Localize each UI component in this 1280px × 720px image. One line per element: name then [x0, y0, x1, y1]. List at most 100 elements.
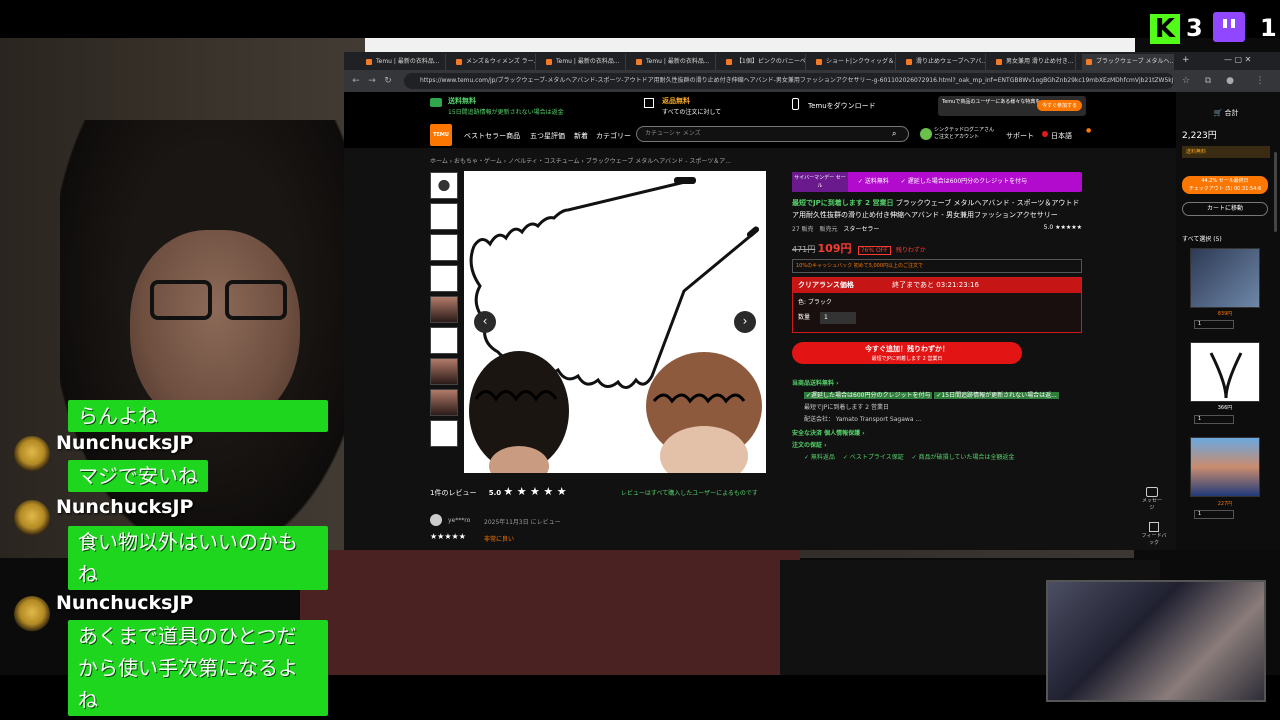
review-stars-icon: ★★★★★	[430, 532, 466, 541]
clearance-timer: 終了まであと 03:21:23:16	[892, 281, 979, 289]
cart-free-ship: 送料無料	[1182, 146, 1270, 158]
url-input[interactable]: https://www.temu.com/jp/ブラックウェーブ-メタルヘアバン…	[404, 73, 1174, 89]
app-promo-banner[interactable]: Temuで商品のユーザーにある様々な特典を 今すぐ参加する	[938, 96, 1086, 116]
chat-message: マジで安いね	[68, 460, 208, 492]
search-input[interactable]: カチューシャ メンズ	[636, 126, 909, 142]
review-count[interactable]: 1件のレビュー	[430, 489, 476, 497]
thumbnail-image[interactable]	[430, 234, 458, 261]
cart-item-qty[interactable]: 1	[1194, 320, 1234, 329]
chat-avatar	[14, 596, 50, 632]
chat-avatar	[14, 436, 50, 472]
browser-tab[interactable]: 滑り止めウェーブヘアバ...	[902, 54, 986, 70]
browser-tab[interactable]: Temu | 最新の衣料品...	[542, 54, 626, 70]
cashback-bar[interactable]: 10%のキャッシュバック 初めて5,000円以上のご注文で	[792, 259, 1082, 273]
message-button[interactable]: メッセージ	[1140, 487, 1164, 511]
cart-sidebar: 🛒 合計 2,223円 送料無料 44.2% セール最終日 チェックアウト (5…	[1176, 92, 1280, 550]
thumbnail-image[interactable]	[430, 172, 458, 199]
sidebar-scrollbar[interactable]	[1274, 152, 1277, 232]
product-rating[interactable]: 5.0 ★★★★★	[1044, 224, 1082, 231]
sale-banner: サイバーマンデー セール ✓ 送料無料 ✓ 遅延した場合は600円分のクレジット…	[792, 172, 1082, 192]
notification-icon[interactable]: ●	[1086, 127, 1091, 134]
earphones-illustration	[1209, 352, 1243, 399]
cart-item-image[interactable]	[1190, 437, 1260, 497]
support-link[interactable]: サポート	[1006, 131, 1034, 141]
thumbnail-image[interactable]	[430, 389, 458, 416]
reviewer-name: ye***ro	[448, 517, 471, 524]
guarantee-list: ✓ 無料返品 ✓ ベストプライス保証 ✓ 商品が破損していた場合は全額返金	[792, 452, 1082, 464]
kick-viewer-count: 3	[1186, 14, 1203, 42]
back-icon[interactable]: ←	[350, 75, 362, 87]
breadcrumb[interactable]: ホーム › おもちゃ・ゲーム › ノベルティ・コスチューム › ブラックウェーブ…	[430, 156, 731, 165]
thumbnail-image[interactable]	[430, 203, 458, 230]
thumbnail-image[interactable]	[430, 296, 458, 323]
nav-five-star[interactable]: 五つ星評価	[530, 131, 565, 141]
sale-last-day: 44.2% セール最終日	[1201, 178, 1249, 184]
reload-icon[interactable]: ↻	[382, 75, 394, 87]
language-select[interactable]: 日本語	[1051, 131, 1072, 141]
browser-tab-active[interactable]: ブラックウェーブ メタルヘ...	[1082, 54, 1174, 70]
product-main-image[interactable]: ‹ ›	[464, 171, 766, 473]
avatar[interactable]	[920, 128, 932, 140]
chat-message-text: マジで安いね	[78, 464, 198, 488]
menu-icon[interactable]: ⋮	[1254, 75, 1266, 87]
account-orders-link[interactable]: シンクテッドログニアさん ご注文とアカウント	[934, 127, 996, 141]
thumbnail-image[interactable]	[430, 327, 458, 354]
chat-username: NunchucksJP	[56, 496, 194, 518]
limited-badge: 残りわずか	[895, 247, 926, 254]
chat-overlay: らんよね NunchucksJP マジで安いね NunchucksJP 食い物以…	[0, 396, 340, 720]
nav-category[interactable]: カテゴリー	[596, 131, 631, 141]
safe-payment-link[interactable]: 安全な決済 個人情報保護 ›	[792, 428, 1082, 440]
checkout-timer: チェックアウト (5) 00:31:54:6	[1188, 186, 1262, 192]
quantity-stepper[interactable]: 1	[819, 312, 856, 324]
extensions-icon[interactable]: ⧉	[1202, 75, 1214, 87]
profile-icon[interactable]: ●	[1224, 75, 1236, 87]
browser-tab[interactable]: 男女兼用 滑り止め付き...	[992, 54, 1076, 70]
color-option[interactable]: 色: ブラック	[793, 293, 1081, 310]
go-to-cart-button[interactable]: カートに移動	[1182, 202, 1268, 216]
add-to-cart-button[interactable]: 今すぐ追加！残りわずか！ 最短でJPに到着します 2 営業日	[792, 342, 1022, 364]
browser-tab[interactable]: Temu | 最新の衣料品...	[632, 54, 716, 70]
thumbnail-strip	[430, 172, 458, 451]
current-price: 109円	[817, 242, 852, 255]
feedback-button[interactable]: フィードバック	[1140, 522, 1168, 546]
thumbnail-image[interactable]	[430, 420, 458, 447]
browser-tab[interactable]: ショート|ンクウィッグ＆...	[812, 54, 896, 70]
shipping-title[interactable]: 当商品送料無料 ›	[792, 378, 1082, 390]
order-guarantee-link[interactable]: 注文の保証 ›	[792, 440, 1082, 452]
forward-icon[interactable]: →	[366, 75, 378, 87]
shipping-tracking: ✓15日間追跡情報が更新されない場合は返...	[934, 392, 1059, 399]
chat-message-text: あくまで道具のひとつだ から使い手次第になるよ ね	[78, 624, 298, 712]
browser-tab[interactable]: Temu | 最新の衣料品...	[362, 54, 446, 70]
chat-username: NunchucksJP	[56, 432, 194, 454]
streamer-shirt	[300, 550, 800, 680]
cart-total: 2,223円	[1182, 131, 1217, 141]
tab-strip: Temu | 最新の衣料品... メンズ＆ウィメンズ ラー... Temu | …	[344, 52, 1280, 70]
cart-item-qty[interactable]: 1	[1194, 510, 1234, 519]
app-join-button[interactable]: 今すぐ参加する	[1036, 100, 1082, 111]
window-controls-icon[interactable]: — ▢ ✕	[1224, 55, 1251, 64]
browser-tab[interactable]: 【1個】ピンクのバニーベ...	[722, 54, 806, 70]
cart-item-image[interactable]	[1190, 342, 1260, 402]
browser-tab[interactable]: メンズ＆ウィメンズ ラー...	[452, 54, 536, 70]
thumbnail-image[interactable]	[430, 265, 458, 292]
chat-username: NunchucksJP	[56, 592, 194, 614]
nav-bestseller[interactable]: ベストセラー商品	[464, 131, 520, 141]
seller-name[interactable]: スターセラー	[843, 226, 879, 233]
temu-logo[interactable]: TEMU	[430, 124, 452, 146]
thumbnail-image[interactable]	[430, 358, 458, 385]
sold-count: 27 販売	[792, 226, 814, 233]
cart-item-price: 366円	[1217, 405, 1233, 411]
download-app-link[interactable]: Temuをダウンロード	[808, 101, 876, 111]
search-icon[interactable]: ⌕	[892, 129, 896, 139]
sale-credit: ✓ 遅延した場合は600円分のクレジットを付与	[900, 178, 1028, 185]
prev-image-button[interactable]: ‹	[474, 311, 496, 333]
nav-new[interactable]: 新着	[574, 131, 588, 141]
cart-item-qty[interactable]: 1	[1194, 415, 1234, 424]
checkout-button[interactable]: 44.2% セール最終日 チェックアウト (5) 00:31:54:6	[1182, 176, 1268, 194]
cart-item-image[interactable]	[1190, 248, 1260, 308]
bookmark-star-icon[interactable]: ☆	[1180, 75, 1192, 87]
next-image-button[interactable]: ›	[734, 311, 756, 333]
new-tab-icon[interactable]: +	[1182, 55, 1190, 65]
glasses-left-lens	[150, 280, 212, 320]
select-all-checkbox[interactable]: すべて選択 (5)	[1182, 234, 1222, 243]
